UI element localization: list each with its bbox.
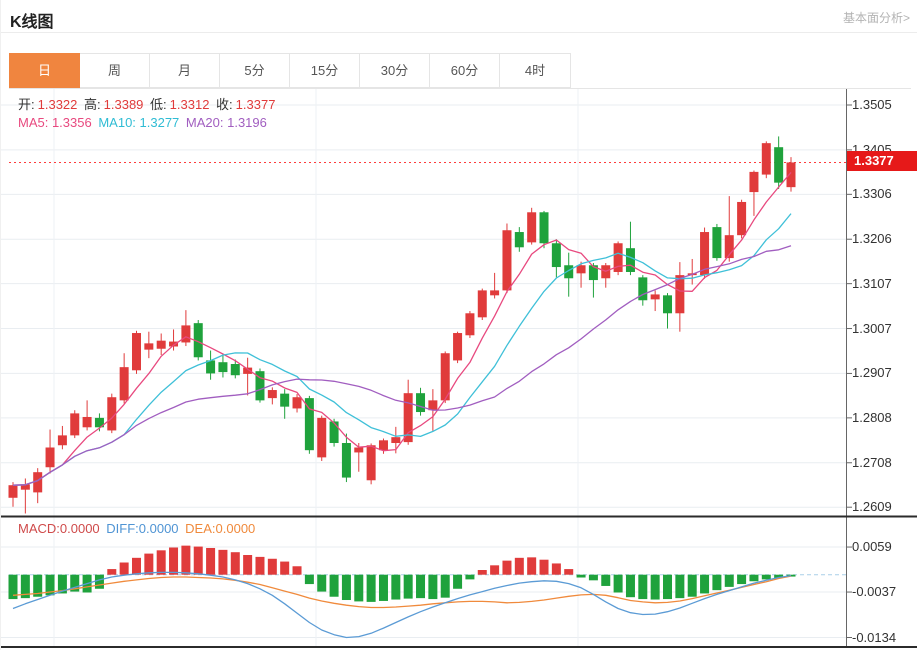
low-value: 1.3312 (169, 97, 210, 112)
ma-legend: MA5: 1.3356 MA10: 1.3277 MA20: 1.3196 (18, 115, 270, 130)
macd-axis-label: 0.0059 (852, 539, 892, 555)
price-axis-label: 1.3107 (852, 275, 892, 291)
price-axis-label: 1.3206 (852, 231, 892, 247)
high-label: 高: (84, 97, 101, 112)
macd-axis-label: -0.0037 (852, 584, 897, 600)
price-axis-label: 1.2907 (852, 365, 892, 381)
low-label: 低: (150, 97, 167, 112)
close-label: 收: (216, 97, 233, 112)
price-axis-label: 1.3007 (852, 320, 892, 336)
price-axis-label: 1.3306 (852, 186, 892, 202)
close-value: 1.3377 (235, 97, 276, 112)
ma10-legend: MA10: 1.3277 (98, 115, 180, 130)
price-axis-label: 1.2808 (852, 409, 892, 425)
kline-widget: K线图 基本面分析> 日周月 5分 15分 30分 60分 4时 开: 1.3322 高: 1… (0, 0, 917, 650)
high-value: 1.3389 (103, 97, 144, 112)
ma20-legend: MA20: 1.3196 (185, 115, 267, 130)
price-axis-label: 1.3505 (852, 97, 892, 112)
macd-value-legend: MACD:0.0000 (18, 521, 100, 536)
price-axis-label: 1.2708 (852, 454, 892, 470)
last-price-badge: 1.3377 (847, 151, 917, 171)
open-label: 开: (18, 97, 35, 112)
macd-axis-label: -0.0134 (852, 629, 897, 645)
price-axis-label: 1.2609 (852, 499, 892, 515)
diff-value-legend: DIFF:0.0000 (106, 521, 179, 536)
dea-value-legend: DEA:0.0000 (185, 521, 256, 536)
ohlc-legend: 开: 1.3322 高: 1.3389 低: 1.3312 收: 1.3377 (18, 94, 278, 113)
open-value: 1.3322 (37, 97, 78, 112)
ma5-legend: MA5: 1.3356 (18, 115, 92, 130)
macd-legend: MACD:0.0000 DIFF:0.0000 DEA:0.0000 (18, 521, 258, 536)
